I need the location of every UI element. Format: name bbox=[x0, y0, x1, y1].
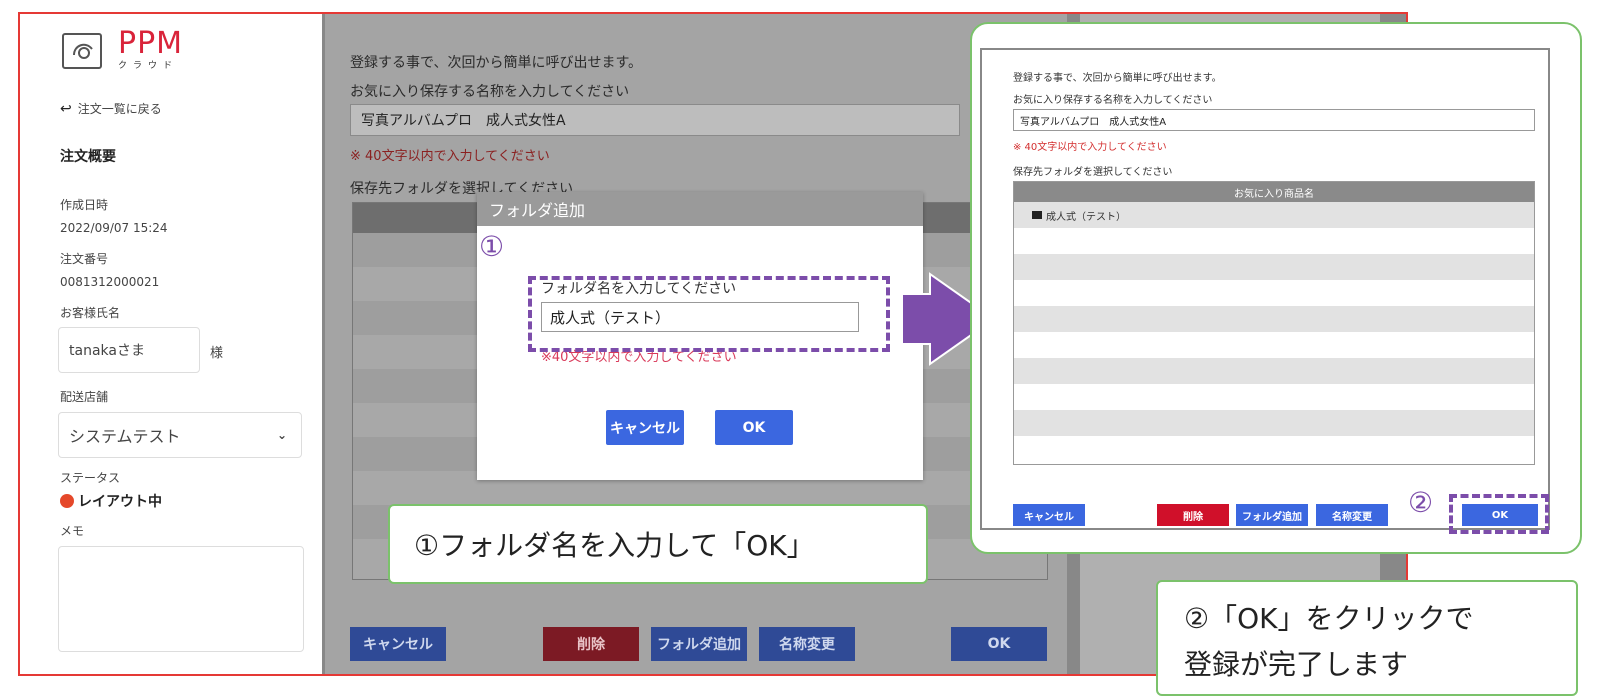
back-link[interactable]: ↩ 注文一覧に戻る bbox=[60, 100, 162, 117]
memo-label: メモ bbox=[60, 524, 85, 538]
table-row[interactable] bbox=[1014, 254, 1534, 280]
dialog-cancel-button[interactable]: キャンセル bbox=[606, 410, 684, 445]
ok-highlight bbox=[1449, 494, 1549, 534]
customer-suffix: 様 bbox=[210, 346, 224, 361]
chevron-down-icon: ⌄ bbox=[276, 428, 287, 442]
callout-2-line-2: 登録が完了します bbox=[1184, 648, 1409, 681]
name-length-note: ※ 40文字以内で入力してください bbox=[350, 149, 550, 164]
memo-textarea[interactable] bbox=[58, 546, 304, 652]
store-select-value: システムテスト bbox=[69, 427, 181, 446]
step-two-marker: ② bbox=[1408, 486, 1434, 519]
status-label: ステータス bbox=[60, 471, 121, 485]
customer-label: お客様氏名 bbox=[60, 306, 121, 320]
store-select[interactable]: システムテスト ⌄ bbox=[58, 412, 302, 458]
callout-2-line-1: ②「OK」をクリックで bbox=[1184, 602, 1474, 635]
return-arrow-icon: ↩ bbox=[60, 100, 72, 117]
dialog-ok-button[interactable]: OK bbox=[715, 410, 793, 445]
instruction-callout-1: ①フォルダ名を入力して「OK」 bbox=[388, 504, 928, 584]
table-row[interactable] bbox=[1014, 410, 1534, 436]
shot-folder-name: 成人式（テスト） bbox=[1046, 211, 1126, 223]
rename-button[interactable]: 名称変更 bbox=[759, 627, 855, 661]
shot-name-input[interactable]: 写真アルバムプロ 成人式女性A bbox=[1013, 109, 1535, 131]
shot-add-folder-button[interactable]: フォルダ追加 bbox=[1236, 504, 1308, 526]
shot-cancel-button[interactable]: キャンセル bbox=[1013, 504, 1085, 526]
shot-folder-table: お気に入り商品名 成人式（テスト） bbox=[1013, 181, 1535, 465]
shot-name-label: お気に入り保存する名称を入力してください bbox=[1013, 95, 1213, 106]
status-value: レイアウト中 bbox=[78, 494, 162, 510]
instruction-callout-2: ②「OK」をクリックで 登録が完了します bbox=[1156, 580, 1578, 696]
logo-subtext: クラウド bbox=[118, 61, 179, 71]
status-dot-icon bbox=[60, 494, 74, 508]
form-intro: 登録する事で、次回から簡単に呼び出せます。 bbox=[350, 55, 643, 71]
back-link-label: 注文一覧に戻る bbox=[77, 102, 162, 116]
input-highlight bbox=[528, 276, 890, 352]
table-row[interactable] bbox=[1014, 306, 1534, 332]
customer-name-field[interactable]: tanakaさま bbox=[58, 327, 200, 373]
shot-table-header: お気に入り商品名 bbox=[1014, 182, 1534, 202]
status-indicator: レイアウト中 bbox=[60, 491, 162, 511]
logo-camera-icon bbox=[62, 33, 102, 69]
cancel-button[interactable]: キャンセル bbox=[350, 627, 446, 661]
order-no-value: 0081312000021 bbox=[60, 275, 160, 289]
folder-icon bbox=[1032, 211, 1042, 219]
shot-folder-label: 保存先フォルダを選択してください bbox=[1013, 167, 1173, 178]
created-label: 作成日時 bbox=[60, 198, 109, 212]
shot-rename-button[interactable]: 名称変更 bbox=[1316, 504, 1388, 526]
logo-text: PPM bbox=[118, 26, 184, 61]
step-one-marker: ① bbox=[479, 230, 505, 263]
favorite-name-input[interactable]: 写真アルバムプロ 成人式女性A bbox=[350, 104, 960, 136]
delete-button[interactable]: 削除 bbox=[543, 627, 639, 661]
store-label: 配送店舗 bbox=[60, 390, 109, 404]
table-row[interactable] bbox=[1014, 358, 1534, 384]
shot-name-note: ※ 40文字以内で入力してください bbox=[1013, 142, 1167, 153]
add-folder-button[interactable]: フォルダ追加 bbox=[651, 627, 747, 661]
shot-delete-button[interactable]: 削除 bbox=[1157, 504, 1229, 526]
dialog-title: フォルダ追加 bbox=[477, 192, 923, 226]
created-value: 2022/09/07 15:24 bbox=[60, 221, 168, 235]
ok-button[interactable]: OK bbox=[951, 627, 1047, 661]
shot-intro: 登録する事で、次回から簡単に呼び出せます。 bbox=[1013, 73, 1222, 84]
order-no-label: 注文番号 bbox=[60, 252, 109, 266]
shot-folder-row[interactable]: 成人式（テスト） bbox=[1014, 202, 1534, 228]
section-title: 注文概要 bbox=[60, 149, 116, 165]
form-name-label: お気に入り保存する名称を入力してください bbox=[350, 84, 630, 100]
